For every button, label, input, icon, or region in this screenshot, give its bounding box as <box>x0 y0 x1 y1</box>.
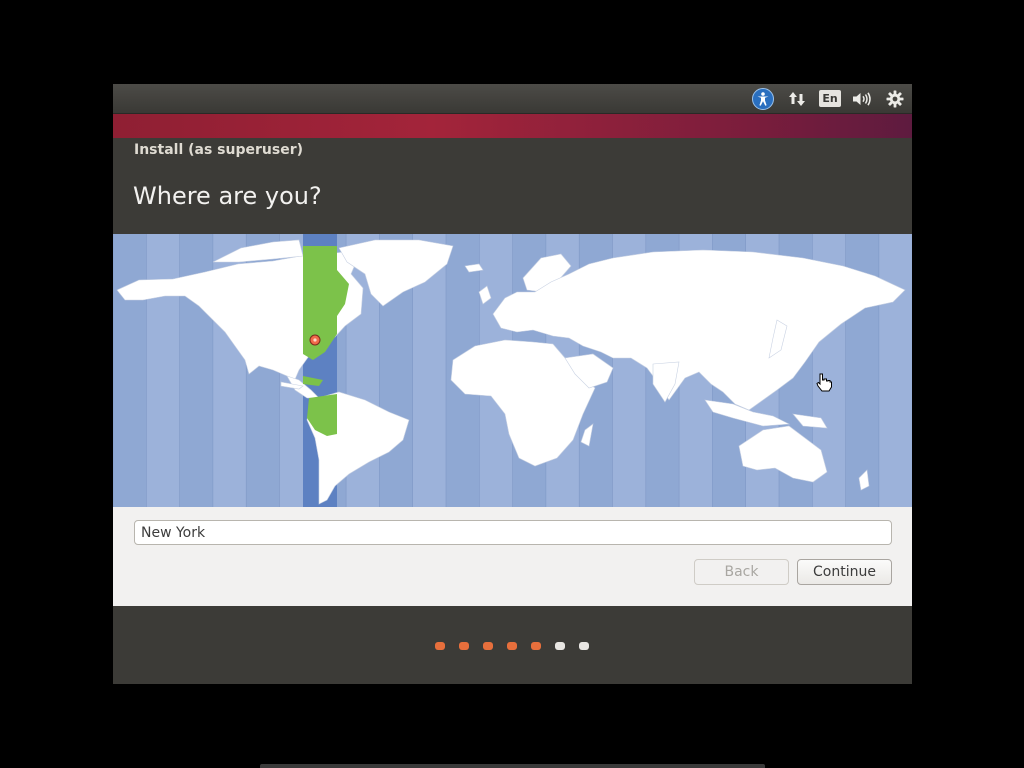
installer-window: Install (as superuser) Where are you? Ne… <box>113 138 912 684</box>
window-title: Install (as superuser) <box>134 142 303 158</box>
progress-dot-complete <box>531 642 541 650</box>
content-panel: Back Continue <box>113 507 912 606</box>
progress-dot-complete <box>507 642 517 650</box>
top-panel: En <box>113 84 912 114</box>
accessibility-icon[interactable] <box>752 87 774 110</box>
progress-dot-pending <box>555 642 565 650</box>
sound-icon[interactable] <box>850 88 874 109</box>
gear-icon[interactable] <box>884 88 906 109</box>
network-icon[interactable] <box>786 88 808 109</box>
keyboard-layout-label: En <box>819 90 841 107</box>
progress-dot-complete <box>435 642 445 650</box>
back-button[interactable]: Back <box>694 559 789 585</box>
keyboard-layout-icon[interactable]: En <box>818 88 842 109</box>
page-heading: Where are you? <box>133 182 322 210</box>
timezone-stripe <box>878 234 912 507</box>
installer-screen: En Install (as superuser) Where are you?… <box>113 84 912 684</box>
location-input[interactable] <box>134 520 892 545</box>
continue-button[interactable]: Continue <box>797 559 892 585</box>
location-pin <box>309 334 321 346</box>
progress-dot-complete <box>459 642 469 650</box>
header-accent-bar <box>113 114 912 138</box>
timezone-map[interactable] <box>113 234 912 507</box>
screen-backdrop: En Install (as superuser) Where are you?… <box>0 0 1024 768</box>
installer-footer <box>113 606 912 684</box>
world-map-graphic[interactable] <box>113 234 912 507</box>
progress-dots <box>113 642 912 652</box>
bottom-dock-edge <box>260 764 765 768</box>
progress-dot-complete <box>483 642 493 650</box>
timezone-stripe <box>146 234 180 507</box>
progress-dot-pending <box>579 642 589 650</box>
